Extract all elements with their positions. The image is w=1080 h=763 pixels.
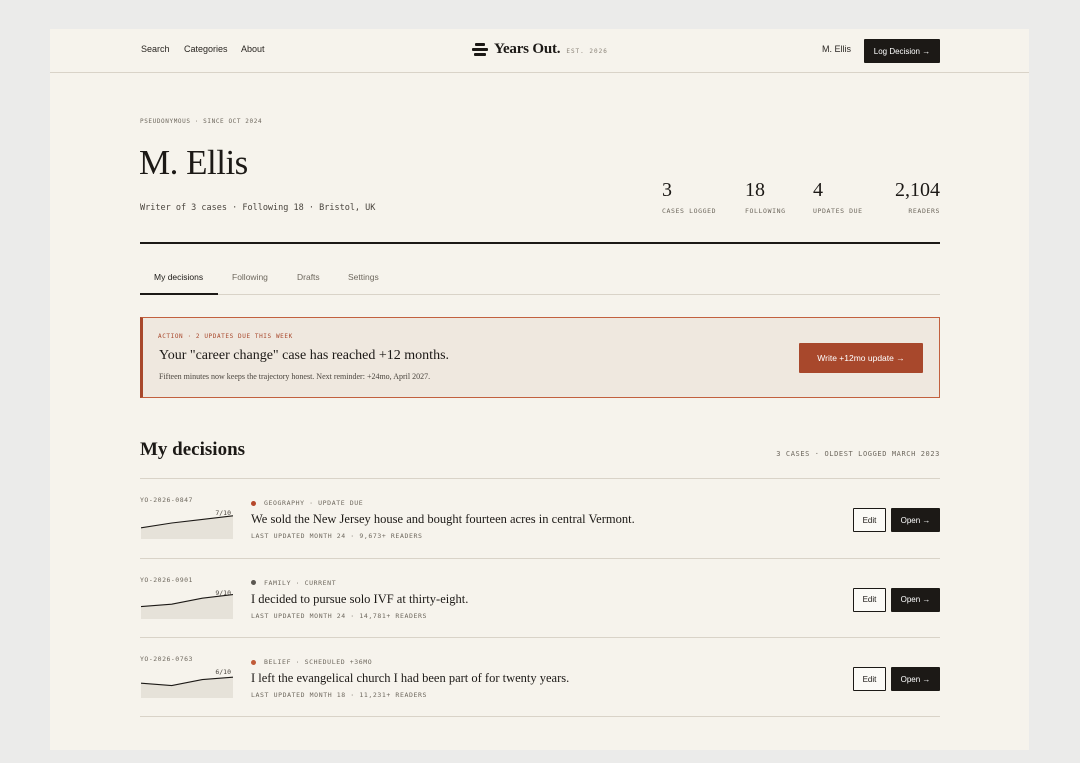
status-dot xyxy=(251,659,256,665)
nav-search-link[interactable]: Search xyxy=(141,44,170,54)
sparkline-area xyxy=(141,594,233,619)
tab-following[interactable]: Following xyxy=(232,272,268,282)
write-update-button[interactable]: Write +12mo update → xyxy=(799,343,923,373)
decision-tag-text: BELIEF · SCHEDULED +36MO xyxy=(264,658,373,666)
trajectory-sparkline: 6/10 xyxy=(141,666,233,698)
section-meta: 3 CASES · OLDEST LOGGED MARCH 2023 xyxy=(776,450,940,458)
open-button[interactable]: Open → xyxy=(891,667,940,691)
update-due-alert: ACTION · 2 UPDATES DUE THIS WEEK Your "c… xyxy=(140,317,940,398)
tab-settings[interactable]: Settings xyxy=(348,272,379,282)
stat-cases-logged: 3 CASES LOGGED xyxy=(662,179,716,215)
page: Search Categories About Years Out. EST. … xyxy=(50,29,1029,750)
profile-tabs: My decisions Following Drafts Settings xyxy=(140,261,940,295)
profile-name: M. Ellis xyxy=(139,143,248,182)
decision-title[interactable]: I decided to pursue solo IVF at thirty-e… xyxy=(251,592,468,607)
case-id: YO-2026-0763 xyxy=(140,655,193,663)
alert-title: Your "career change" case has reached +1… xyxy=(159,348,450,363)
stat-readers: 2,104 READERS xyxy=(890,179,940,215)
alert-kicker: ACTION · 2 UPDATES DUE THIS WEEK xyxy=(158,333,293,340)
log-decision-button[interactable]: Log Decision → xyxy=(864,39,940,63)
stat-label: FOLLOWING xyxy=(745,207,786,215)
tab-drafts[interactable]: Drafts xyxy=(297,272,320,282)
case-id: YO-2026-0847 xyxy=(140,496,193,504)
nav-categories-link[interactable]: Categories xyxy=(184,44,228,54)
profile-subline: Writer of 3 cases · Following 18 · Brist… xyxy=(140,203,376,213)
logo-text: Years Out. xyxy=(494,41,561,57)
decision-title[interactable]: We sold the New Jersey house and bought … xyxy=(251,512,635,527)
stat-value: 4 xyxy=(813,179,823,201)
logo[interactable]: Years Out. EST. 2026 xyxy=(472,41,608,58)
open-button[interactable]: Open → xyxy=(891,587,940,612)
decision-tag: GEOGRAPHY · UPDATE DUE xyxy=(251,499,363,507)
decisions-list: YO-2026-0847 7/10 GEOGRAPHY · UPDATE DUE… xyxy=(140,478,940,717)
decision-meta: LAST UPDATED MONTH 24 · 14,781+ READERS xyxy=(251,611,428,620)
stat-label: UPDATES DUE xyxy=(813,207,863,215)
user-menu[interactable]: M. Ellis xyxy=(822,44,851,54)
edit-button[interactable]: Edit xyxy=(853,587,886,612)
sparkline-score: 6/10 xyxy=(215,668,231,676)
stack-icon xyxy=(472,42,488,58)
decision-meta: LAST UPDATED MONTH 18 · 11,231+ READERS xyxy=(251,691,428,699)
stat-value: 18 xyxy=(745,179,765,201)
stat-value: 2,104 xyxy=(895,179,940,201)
stat-value: 3 xyxy=(662,179,672,201)
decision-row[interactable]: YO-2026-0901 9/10 FAMILY · CURRENT I dec… xyxy=(140,557,940,638)
section-title: My decisions xyxy=(140,439,246,460)
trajectory-sparkline: 9/10 xyxy=(141,587,233,619)
trajectory-sparkline: 7/10 xyxy=(141,507,233,539)
open-button[interactable]: Open → xyxy=(891,508,940,532)
decision-tag: FAMILY · CURRENT xyxy=(251,579,336,587)
edit-button[interactable]: Edit xyxy=(853,667,886,691)
tab-my-decisions[interactable]: My decisions xyxy=(154,272,203,282)
active-tab-indicator xyxy=(140,293,218,295)
edit-button[interactable]: Edit xyxy=(853,508,886,532)
decision-row[interactable]: YO-2026-0847 7/10 GEOGRAPHY · UPDATE DUE… xyxy=(140,478,940,558)
sparkline-area xyxy=(141,515,233,539)
alert-subtext: Fifteen minutes now keeps the trajectory… xyxy=(159,372,431,381)
stat-label: CASES LOGGED xyxy=(662,207,717,215)
decision-tag: BELIEF · SCHEDULED +36MO xyxy=(251,658,372,666)
decision-tag-text: GEOGRAPHY · UPDATE DUE xyxy=(264,499,364,507)
top-nav: Search Categories About Years Out. EST. … xyxy=(50,29,1029,73)
sparkline-score: 7/10 xyxy=(215,509,231,517)
profile-divider xyxy=(140,242,940,244)
stat-following: 18 FOLLOWING xyxy=(745,179,786,215)
profile-kicker: PSEUDONYMOUS · SINCE OCT 2024 xyxy=(140,118,263,125)
status-dot xyxy=(251,580,256,585)
case-id: YO-2026-0901 xyxy=(140,575,193,584)
sparkline-score: 9/10 xyxy=(215,588,231,597)
logo-established: EST. 2026 xyxy=(566,47,608,55)
status-dot xyxy=(251,500,256,506)
stat-updates-due: 4 UPDATES DUE xyxy=(813,179,863,215)
sparkline-area xyxy=(141,677,233,698)
nav-about-link[interactable]: About xyxy=(241,44,265,54)
decision-meta: LAST UPDATED MONTH 24 · 9,673+ READERS xyxy=(251,532,423,540)
decision-tag-text: FAMILY · CURRENT xyxy=(264,578,337,587)
stat-label: READERS xyxy=(908,207,940,215)
decision-row[interactable]: YO-2026-0763 6/10 BELIEF · SCHEDULED +36… xyxy=(140,637,940,717)
decision-title[interactable]: I left the evangelical church I had been… xyxy=(251,671,569,686)
